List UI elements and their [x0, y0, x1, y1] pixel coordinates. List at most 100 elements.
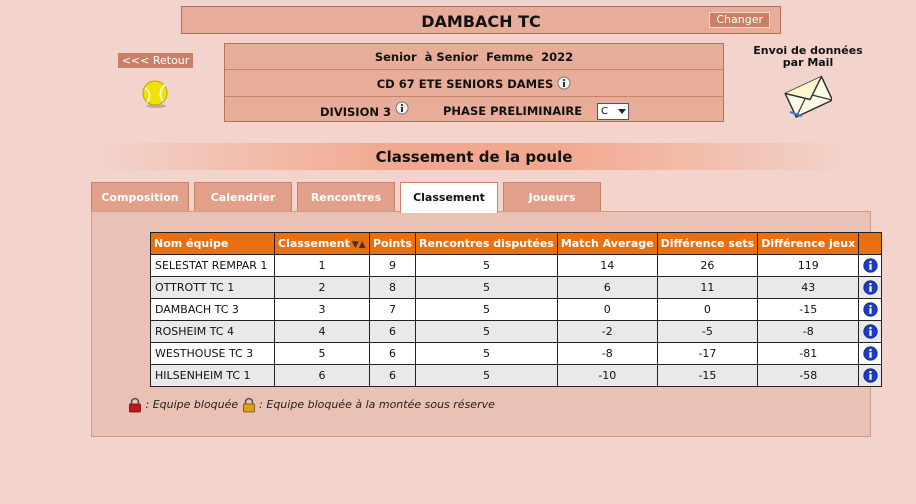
envelope-icon[interactable] [784, 72, 832, 118]
header-nom-equipe[interactable]: Nom équipe [150, 232, 275, 255]
mail-label: Envoi de données par Mail [753, 44, 863, 69]
table-cell: DAMBACH TC 3 [150, 298, 275, 321]
competition-title: Senior à Senior Femme 2022 [374, 50, 574, 64]
table-cell: 5 [415, 342, 558, 365]
info-icon[interactable] [863, 302, 878, 317]
chevron-down-icon [618, 109, 626, 114]
table-cell: 6 [556, 276, 658, 299]
table-cell: ROSHEIM TC 4 [150, 320, 275, 343]
header-match-average[interactable]: Match Average [556, 232, 658, 255]
poule-select-value: C [601, 106, 608, 117]
table-cell: WESTHOUSE TC 3 [150, 342, 275, 365]
tab-composition[interactable]: Composition [91, 182, 189, 212]
table-cell: -5 [656, 320, 759, 343]
table-cell: 5 [415, 320, 558, 343]
tab-calendrier[interactable]: Calendrier [194, 182, 292, 212]
table-cell: 7 [368, 298, 417, 321]
legend: : Equipe bloquée : Equipe bloquée à la m… [128, 396, 495, 414]
table-row: OTTROTT TC 1 2 8 5 6 11 43 [150, 276, 883, 299]
table-cell: -2 [556, 320, 658, 343]
table-cell: -8 [556, 342, 658, 365]
row-info-cell [858, 276, 883, 299]
table-cell: -58 [757, 364, 860, 387]
header-points[interactable]: Points [368, 232, 417, 255]
tab-joueurs[interactable]: Joueurs [503, 182, 601, 212]
table-row: DAMBACH TC 3 3 7 5 0 0 -15 [150, 298, 883, 321]
changer-button[interactable]: Changer [709, 12, 770, 28]
table-cell: 6 [368, 364, 417, 387]
division-text: DIVISION 3 [320, 105, 391, 119]
table-cell: 2 [274, 276, 370, 299]
ranking-table: Nom équipe Classement ▼▲ Points Rencontre… [150, 232, 883, 387]
table-cell: -10 [556, 364, 658, 387]
section-title-band: Classement de la poule [91, 143, 857, 170]
table-cell: 26 [656, 254, 759, 277]
retour-button[interactable]: <<< Retour [118, 53, 193, 68]
header-classement[interactable]: Classement ▼▲ [274, 232, 370, 255]
info-icon[interactable] [863, 258, 878, 273]
legend-blocked-promotion: : Equipe bloquée à la montée sous réserv… [259, 398, 495, 411]
info-icon[interactable] [863, 346, 878, 361]
table-row: WESTHOUSE TC 3 5 6 5 -8 -17 -81 [150, 342, 883, 365]
table-cell: 5 [274, 342, 370, 365]
table-cell: SELESTAT REMPAR 1 [150, 254, 275, 277]
table-cell: 5 [415, 364, 558, 387]
competition-name-row: CD 67 ETE SENIORS DAMES [225, 71, 723, 97]
header-classement-label: Classement [278, 237, 350, 250]
info-icon[interactable] [863, 368, 878, 383]
division-info-icon[interactable] [395, 101, 409, 115]
header-rencontres[interactable]: Rencontres disputées [415, 232, 558, 255]
competition-name: CD 67 ETE SENIORS DAMES [376, 77, 554, 91]
tab-classement[interactable]: Classement [400, 182, 498, 213]
table-cell: 6 [368, 342, 417, 365]
table-cell: OTTROTT TC 1 [150, 276, 275, 299]
table-cell: -81 [757, 342, 860, 365]
competition-info: Senior à Senior Femme 2022 CD 67 ETE SEN… [224, 43, 724, 122]
table-cell: HILSENHEIM TC 1 [150, 364, 275, 387]
tennis-ball-icon [142, 80, 168, 108]
row-info-cell [858, 254, 883, 277]
sort-arrows-icon[interactable]: ▼▲ [352, 240, 366, 250]
competition-info-icon[interactable] [557, 76, 571, 90]
table-cell: 14 [556, 254, 658, 277]
row-info-cell [858, 364, 883, 387]
table-row: HILSENHEIM TC 1 6 6 5 -10 -15 -58 [150, 364, 883, 387]
section-title: Classement de la poule [375, 148, 573, 166]
table-row: SELESTAT REMPAR 1 1 9 5 14 26 119 [150, 254, 883, 277]
club-header: DAMBACH TC Changer [181, 6, 781, 34]
division-label: DIVISION 3 [320, 101, 409, 119]
table-cell: 9 [368, 254, 417, 277]
table-cell: 5 [415, 298, 558, 321]
table-cell: 5 [415, 276, 558, 299]
table-cell: 6 [368, 320, 417, 343]
table-cell: 5 [415, 254, 558, 277]
row-info-cell [858, 298, 883, 321]
table-cell: 4 [274, 320, 370, 343]
table-cell: -17 [656, 342, 759, 365]
header-info [858, 232, 883, 255]
poule-select[interactable]: C [597, 103, 629, 120]
club-name: DAMBACH TC [421, 12, 541, 31]
competition-title-row: Senior à Senior Femme 2022 [225, 44, 723, 70]
gold-lock-icon [242, 397, 255, 413]
table-cell: 3 [274, 298, 370, 321]
info-icon[interactable] [863, 280, 878, 295]
table-cell: -15 [757, 298, 860, 321]
table-cell: 119 [757, 254, 860, 277]
header-difference-sets[interactable]: Différence sets [656, 232, 759, 255]
table-cell: -8 [757, 320, 860, 343]
phase-label: PHASE PRELIMINAIRE [443, 104, 583, 118]
table-cell: -15 [656, 364, 759, 387]
red-lock-icon [129, 397, 141, 413]
table-row: ROSHEIM TC 4 4 6 5 -2 -5 -8 [150, 320, 883, 343]
tab-rencontres[interactable]: Rencontres [297, 182, 395, 212]
table-cell: 0 [656, 298, 759, 321]
table-cell: 0 [556, 298, 658, 321]
table-cell: 43 [757, 276, 860, 299]
header-difference-jeux[interactable]: Différence jeux [757, 232, 860, 255]
table-cell: 8 [368, 276, 417, 299]
row-info-cell [858, 320, 883, 343]
legend-blocked: : Equipe bloquée [145, 398, 239, 411]
info-icon[interactable] [863, 324, 878, 339]
table-header-row: Nom équipe Classement ▼▲ Points Rencontre… [150, 232, 883, 255]
